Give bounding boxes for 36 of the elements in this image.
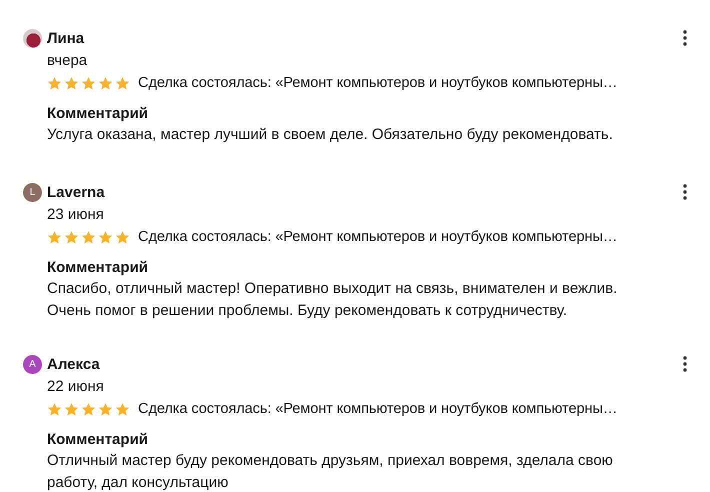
review-date: вчера <box>47 51 88 71</box>
star-icon <box>115 230 130 244</box>
star-icon <box>81 76 96 90</box>
deal-text: Сделка состоялась: «Ремонт компьютеров и ноутбуков компьютерны… <box>138 229 618 245</box>
review-date: 23 июня <box>47 205 105 225</box>
star-icon <box>64 402 79 416</box>
author-name: Алекса <box>47 356 100 372</box>
avatar: L <box>23 182 42 202</box>
avatar: А <box>23 354 42 374</box>
star-icon <box>64 230 79 244</box>
star-icon <box>98 76 113 90</box>
author-name: Laverna <box>47 184 105 200</box>
deal-text: Сделка состоялась: «Ремонт компьютеров и ноутбуков компьютерны… <box>138 75 618 91</box>
avatar-photo-placeholder <box>23 28 42 48</box>
star-icon <box>47 230 62 244</box>
comment-text: Услуга оказана, мастер лучший в своем деле. Обязательно буду рекомендовать. <box>47 125 614 145</box>
more-options-icon[interactable] <box>681 184 689 200</box>
author-name: Лина <box>47 30 84 46</box>
comment-heading: Комментарий <box>47 258 150 278</box>
star-icon <box>64 76 79 90</box>
star-icon <box>81 230 96 244</box>
star-icon <box>47 402 62 416</box>
review-date: 22 июня <box>47 377 105 397</box>
star-icon <box>98 230 113 244</box>
comment-text: Спасибо, отличный мастер! Оперативно выходит на связь, внимателен и вежлив. Очень помог в решении проблемы. Буду рекомендовать к сотрудничеству. <box>47 279 618 321</box>
star-icon <box>47 76 62 90</box>
star-icon <box>98 402 113 416</box>
comment-heading: Комментарий <box>47 430 150 450</box>
more-options-icon[interactable] <box>681 356 689 372</box>
comment-text: Отличный мастер буду рекомендовать друзьям, приехал вовремя, зделала свою работу, дал консультацию <box>47 451 614 492</box>
star-icon <box>115 402 130 416</box>
more-options-icon[interactable] <box>681 30 689 46</box>
star-icon <box>115 76 130 90</box>
star-icon <box>81 402 96 416</box>
deal-text: Сделка состоялась: «Ремонт компьютеров и ноутбуков компьютерны… <box>138 401 618 417</box>
comment-heading: Комментарий <box>47 104 150 124</box>
